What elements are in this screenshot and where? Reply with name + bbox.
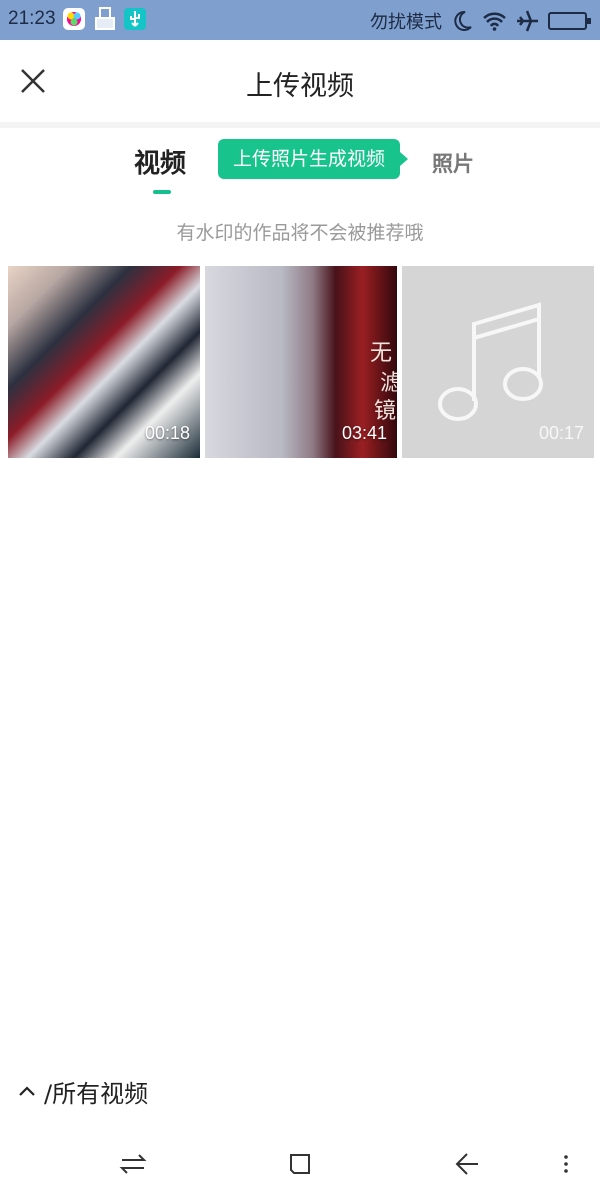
active-tab-indicator — [153, 190, 171, 194]
menu-icon[interactable] — [554, 1147, 588, 1181]
clean-app-icon — [95, 7, 115, 30]
video-thumbnail[interactable]: 00:17 — [402, 266, 594, 458]
video-duration: 00:18 — [144, 423, 190, 443]
status-indicators: 勿扰模式 — [370, 8, 592, 34]
video-duration: 03:41 — [341, 423, 387, 443]
video-grid: 00:18 无 滤 镜 03:41 00:17 — [8, 266, 594, 458]
top-bar: 上传视频 — [0, 40, 600, 122]
switch-icon[interactable] — [116, 1147, 150, 1181]
status-time: 21:23 — [8, 8, 56, 29]
header-divider — [0, 122, 600, 128]
watermark-hint: 有水印的作品将不会被推荐哦 — [176, 222, 424, 244]
page-title: 上传视频 — [246, 71, 354, 102]
thumbnail-overlay-text: 无 — [370, 341, 393, 366]
video-thumbnail[interactable]: 无 滤 镜 03:41 — [205, 266, 397, 458]
album-label: /所有视频 — [44, 1079, 149, 1108]
chevron-up-icon — [19, 1086, 35, 1096]
music-note-icon — [438, 302, 543, 421]
tab-video[interactable]: 视频 — [134, 143, 186, 180]
status-bar: 21:23 勿扰模式 — [0, 0, 600, 40]
moon-icon — [454, 10, 472, 31]
gallery-app-icon — [63, 8, 85, 30]
wifi-icon — [483, 12, 506, 31]
usb-icon — [124, 8, 146, 30]
dnd-label: 勿扰模式 — [370, 12, 442, 33]
video-thumbnail[interactable]: 00:18 — [8, 266, 200, 458]
tab-photo[interactable]: 照片 — [432, 148, 474, 178]
battery-icon — [548, 12, 591, 30]
album-selector[interactable]: /所有视频 — [16, 1073, 148, 1109]
photo-to-video-button[interactable]: 上传照片生成视频 — [218, 139, 409, 179]
system-nav-bar — [0, 1130, 600, 1200]
video-duration: 00:17 — [538, 423, 584, 443]
thumbnail-overlay-text: 镜 — [374, 399, 397, 424]
back-icon[interactable] — [450, 1147, 484, 1181]
home-icon[interactable] — [283, 1147, 317, 1181]
airplane-icon — [517, 10, 538, 32]
thumbnail-overlay-text: 滤 — [380, 371, 397, 396]
